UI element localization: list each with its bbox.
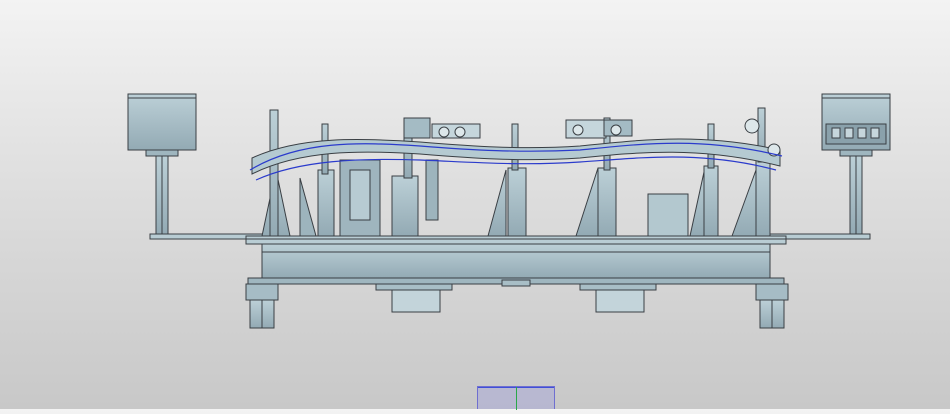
right-control-cabinet <box>821 93 891 235</box>
y-axis-line <box>516 387 517 410</box>
model-canvas[interactable] <box>0 0 950 409</box>
base-frame <box>245 235 787 313</box>
left-control-cabinet <box>127 93 197 235</box>
cad-viewport[interactable] <box>0 0 950 409</box>
axis-triad-icon[interactable] <box>477 386 555 410</box>
leveling-feet <box>245 283 789 329</box>
clamp-uprights <box>261 107 771 237</box>
